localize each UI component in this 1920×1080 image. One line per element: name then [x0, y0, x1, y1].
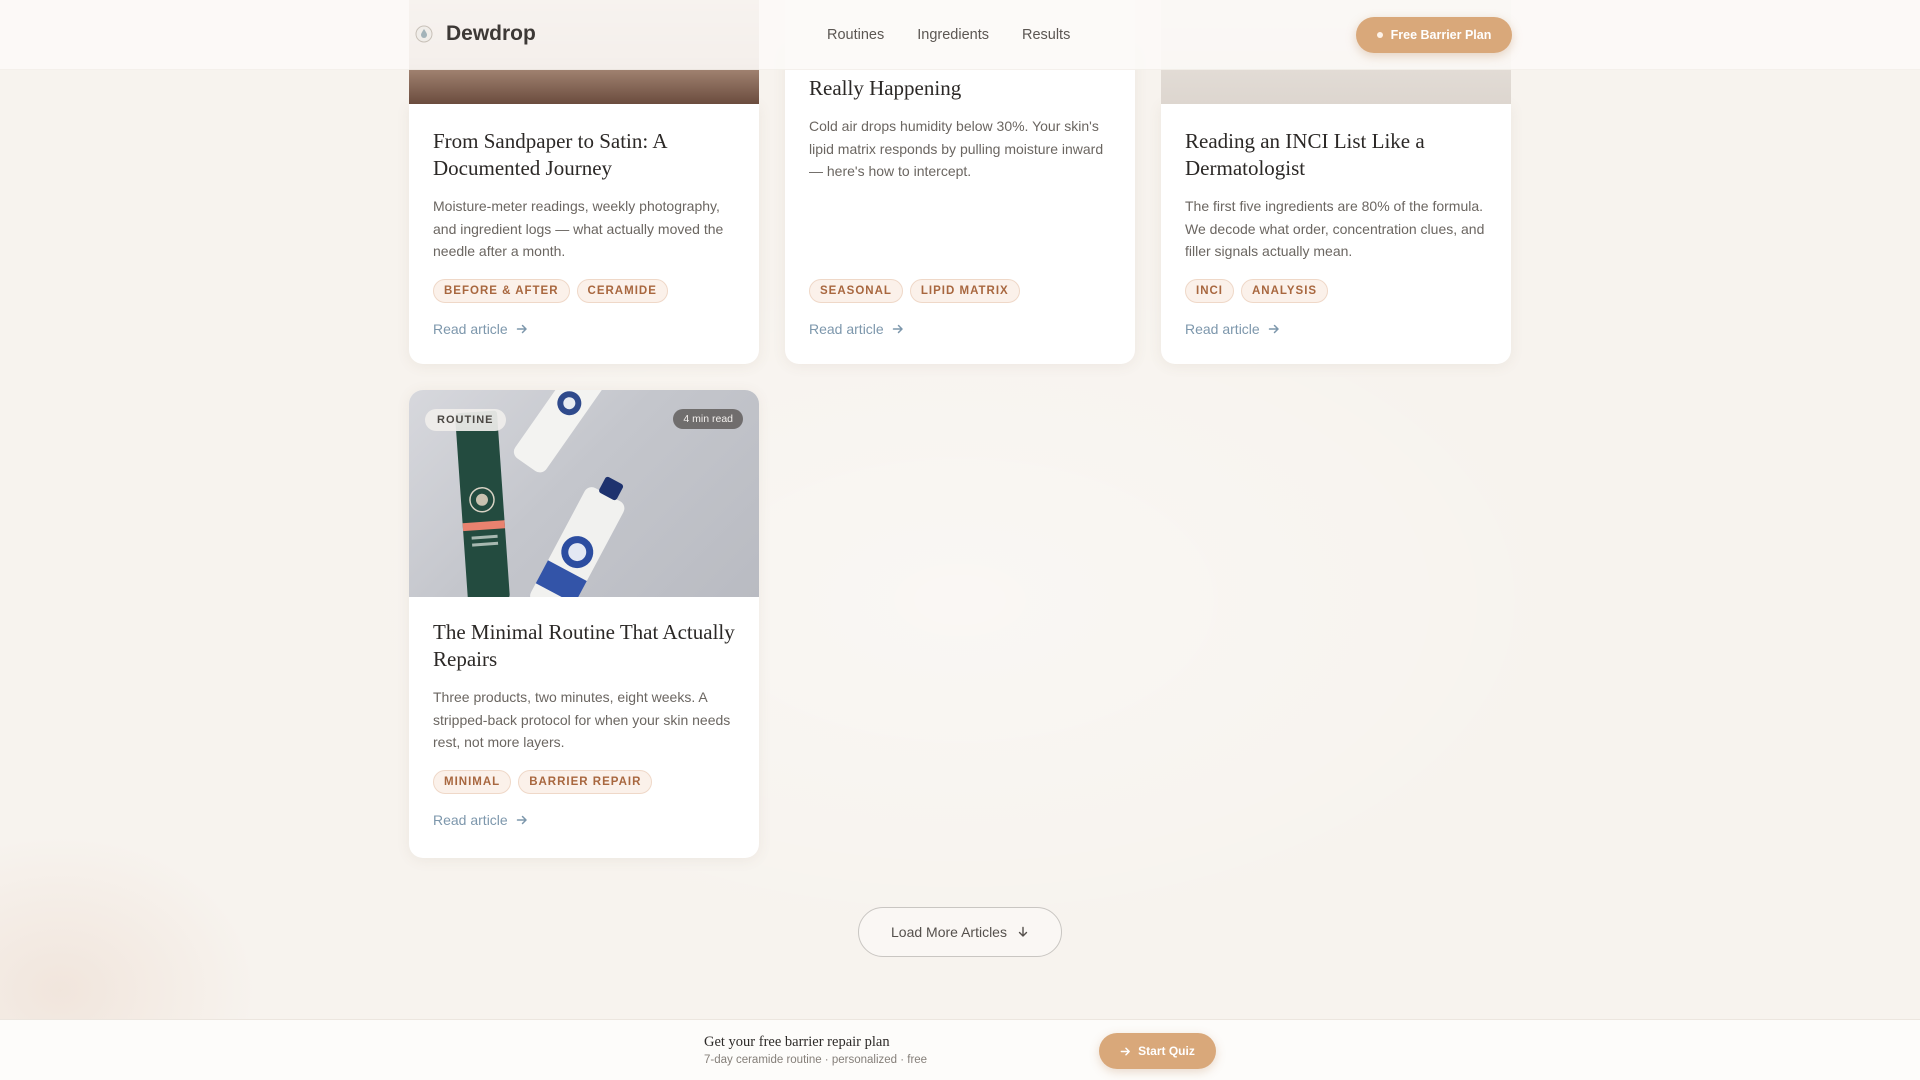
read-article-label: Read article: [1185, 321, 1260, 337]
article-title[interactable]: The Minimal Routine That Actually Repair…: [433, 619, 735, 673]
article-title[interactable]: From Sandpaper to Satin: A Documented Jo…: [433, 128, 735, 182]
arrow-right-icon: [892, 324, 903, 334]
tag[interactable]: LIPID MATRIX: [909, 279, 1020, 303]
article-card[interactable]: ROUTINE 4 min read The Minimal Routine T…: [409, 390, 759, 858]
load-more-label: Load More Articles: [891, 924, 1007, 940]
tag-list: INCI ANALYSIS: [1185, 279, 1329, 303]
nav-item-results[interactable]: Results: [1022, 27, 1070, 43]
article-card[interactable]: Really Happening Cold air drops humidity…: [785, 50, 1135, 364]
tag[interactable]: SEASONAL: [809, 279, 903, 303]
arrow-right-icon: [516, 324, 527, 334]
article-description: Three products, two minutes, eight weeks…: [433, 689, 731, 750]
nav-item-routines[interactable]: Routines: [827, 27, 884, 43]
cta-bar-title: Get your free barrier repair plan: [704, 1034, 890, 1050]
read-article-label: Read article: [433, 321, 508, 337]
site-header: Dewdrop Routines Ingredients Results Fre…: [0, 0, 1920, 70]
logo[interactable]: Dewdrop: [414, 22, 536, 46]
start-quiz-button[interactable]: Start Quiz: [1099, 1033, 1216, 1069]
free-barrier-plan-button[interactable]: Free Barrier Plan: [1356, 17, 1512, 53]
article-card[interactable]: Reading an INCI List Like a Dermatologis…: [1161, 104, 1511, 364]
tag[interactable]: BEFORE & AFTER: [433, 279, 570, 303]
arrow-down-icon: [1018, 926, 1028, 937]
tag-list: SEASONAL LIPID MATRIX: [809, 279, 1020, 303]
free-barrier-plan-label: Free Barrier Plan: [1390, 28, 1492, 42]
arrow-right-icon: [1120, 1047, 1131, 1055]
article-description: The first five ingredients are 80% of th…: [1185, 198, 1485, 259]
dot-icon: [1376, 32, 1383, 38]
article-description: Cold air drops humidity below 30%. Your …: [809, 118, 1104, 179]
tag[interactable]: ANALYSIS: [1241, 279, 1329, 303]
tag-list: MINIMAL BARRIER REPAIR: [433, 770, 653, 794]
sticky-cta-bar: Get your free barrier repair plan 7-day …: [0, 1019, 1920, 1080]
article-description: Moisture-meter readings, weekly photogra…: [433, 198, 724, 259]
read-article-label: Read article: [809, 321, 884, 337]
tag[interactable]: MINIMAL: [433, 770, 512, 794]
tag-list: BEFORE & AFTER CERAMIDE: [433, 279, 668, 303]
nav-item-ingredients[interactable]: Ingredients: [917, 27, 989, 43]
category-badge: ROUTINE: [425, 409, 506, 431]
read-article-label: Read article: [433, 812, 508, 828]
article-title[interactable]: Reading an INCI List Like a Dermatologis…: [1185, 128, 1487, 182]
read-time-badge: 4 min read: [673, 409, 743, 429]
read-article-link[interactable]: Read article: [433, 812, 528, 828]
read-article-link[interactable]: Read article: [809, 321, 904, 337]
read-article-link[interactable]: Read article: [1185, 321, 1280, 337]
read-article-link[interactable]: Read article: [433, 321, 528, 337]
brand-name: Dewdrop: [446, 22, 536, 45]
tag[interactable]: CERAMIDE: [576, 279, 668, 303]
article-card[interactable]: From Sandpaper to Satin: A Documented Jo…: [409, 104, 759, 364]
article-image[interactable]: ROUTINE 4 min read: [409, 390, 759, 597]
arrow-right-icon: [516, 815, 527, 825]
droplet-icon: [414, 24, 434, 44]
main-nav: Routines Ingredients Results: [827, 27, 1070, 43]
tag[interactable]: INCI: [1185, 279, 1234, 303]
load-more-button[interactable]: Load More Articles: [858, 907, 1062, 957]
tag[interactable]: BARRIER REPAIR: [518, 770, 653, 794]
start-quiz-label: Start Quiz: [1138, 1044, 1195, 1058]
arrow-right-icon: [1268, 324, 1279, 334]
article-title[interactable]: Really Happening: [809, 75, 1111, 102]
cta-bar-subtitle: 7-day ceramide routine · personalized · …: [704, 1054, 928, 1066]
